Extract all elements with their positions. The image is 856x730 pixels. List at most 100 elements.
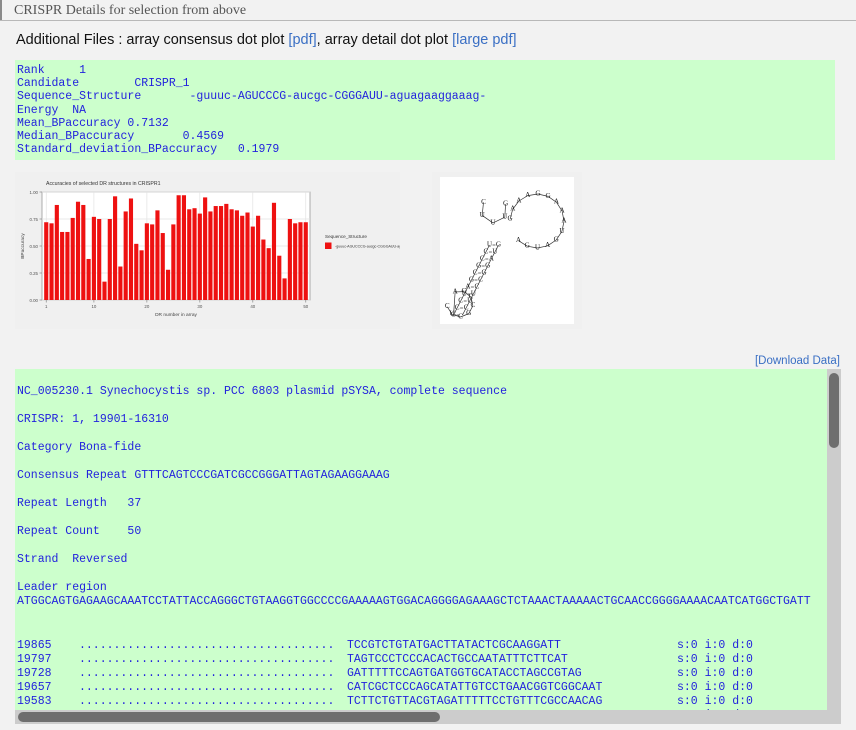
svg-text:0.75: 0.75 [29,217,38,222]
svg-text:10: 10 [91,304,96,309]
detail-line-energy: Energy NA [17,103,87,117]
svg-text:G: G [461,287,466,295]
svg-text:C: C [458,312,463,320]
spacer-sequence: CATCGCTCCCAGCATATTGTCCTGAACGGTCGGCAAT [347,681,603,694]
table-row: 19583...................................… [17,695,797,709]
table-row: 19797...................................… [17,653,797,667]
page-title: CRISPR Details for selection from above [14,3,247,18]
detail-line-rank: Rank 1 [17,64,87,77]
bar-chart-svg: Accuracies of selected DR structures in … [15,172,400,329]
svg-text:C: C [445,302,450,310]
svg-text:BPaccuracy: BPaccuracy [20,233,26,259]
svg-text:0.50: 0.50 [29,244,38,249]
svg-text:U: U [559,227,565,235]
bpaccuracy-bar-chart[interactable]: Accuracies of selected DR structures in … [15,172,400,329]
spacer-sequence: TCCGTCTGTATGACTTATACTCGCAAGGATT [347,639,561,652]
spacer-sequence: TCTTCTGTTACGTAGATTTTTCCTGTTTCGCCAACAG [347,695,603,708]
repeat-stats: s:0 i:0 d:0 [677,667,753,680]
repeat-position: 19797 [17,653,52,666]
svg-text:C: C [469,293,474,301]
svg-text:DR number in array: DR number in array [155,312,197,318]
svg-text:U: U [490,218,496,226]
additional-files-prefix: Additional Files : array consensus dot p… [16,32,289,48]
repeat-spacer-table: 19865...................................… [17,639,797,710]
category-line: Category Bona-fide [17,441,142,454]
leader-region-sequence: ATGGCAGTGAGAAGCAAATCCTATTACCAGGGCTGTAAGG… [17,595,811,608]
repeat-stats: s:0 i:0 d:0 [677,639,753,652]
svg-text:G: G [525,242,530,250]
svg-text:G: G [545,192,550,200]
rna-secondary-structure-figure[interactable]: GAAAGGAAAUGAUGAGUUUCUCCGCGAUCCGGUAGGCCUU… [432,172,582,329]
table-row: 19657...................................… [17,681,797,695]
repeat-match: ..................................... [79,667,335,680]
repeat-match: ..................................... [79,681,335,694]
header-accent-bar [0,0,2,20]
additional-files-middle: , array detail dot plot [316,32,453,48]
repeat-position: 19865 [17,639,52,652]
rna-structure-svg: GAAAGGAAAUGAUGAGUUUCUCCGCGAUCCGGUAGGCCUU… [432,172,582,329]
svg-text:-guuuc-AGUCCCG-aucgc-CGGGAUU-a: -guuuc-AGUCCCG-aucgc-CGGGAUU-aguagaaggaa… [335,245,400,249]
svg-text:A: A [560,206,566,214]
vertical-scrollbar-thumb[interactable] [829,373,839,448]
svg-text:G: G [507,215,512,223]
svg-text:G: G [503,199,508,207]
svg-text:A: A [510,205,516,213]
repeat-stats: s:0 i:0 d:0 [677,653,753,666]
consensus-dot-plot-pdf-link[interactable]: [pdf] [288,32,316,48]
svg-text:G: G [466,309,471,317]
svg-text:A: A [554,198,560,206]
svg-text:A: A [516,196,522,204]
repeat-stats: s:0 i:0 d:0 [677,681,753,694]
consensus-repeat-line: Consensus Repeat GTTTCAGTCCCGATCGCCGGGAT… [17,469,390,482]
svg-text:G: G [554,235,559,243]
svg-text:A: A [561,217,567,225]
detail-dot-plot-large-pdf-link[interactable]: [large pdf] [452,32,517,48]
svg-text:C: C [481,198,486,206]
repeat-match: ..................................... [79,639,335,652]
horizontal-scrollbar[interactable] [15,710,841,724]
repeat-match: ..................................... [79,695,335,708]
svg-text:A: A [545,241,551,249]
svg-text:Sequence_Structure: Sequence_Structure [325,234,367,239]
table-row: 19728...................................… [17,667,797,681]
svg-text:0.00: 0.00 [29,298,38,303]
horizontal-scrollbar-thumb[interactable] [18,712,440,722]
svg-text:30: 30 [197,304,202,309]
sequence-detail-panel: NC_005230.1 Synechocystis sp. PCC 6803 p… [15,369,841,710]
svg-text:U: U [480,211,486,219]
svg-text:A: A [516,236,522,244]
svg-text:0.25: 0.25 [29,271,38,276]
detail-line-candidate: Candidate CRISPR_1 [17,77,190,91]
download-data-link[interactable]: [Download Data] [755,355,840,367]
vertical-scrollbar[interactable] [827,369,841,710]
svg-text:1.00: 1.00 [29,190,38,195]
repeat-stats: s:0 i:0 d:0 [677,695,753,708]
repeat-position: 19583 [17,695,52,708]
crispr-details-page: CRISPR Details for selection from above … [0,0,856,730]
svg-text:A: A [525,191,531,199]
spacer-sequence: GATTTTTCCAGTGATGGTGCATACCTAGCCGTAG [347,667,582,680]
svg-text:U: U [449,310,455,318]
repeat-count-line: Repeat Count 50 [17,525,142,538]
sequence-scroll-content: NC_005230.1 Synechocystis sp. PCC 6803 p… [15,369,827,710]
sequence-header: NC_005230.1 Synechocystis sp. PCC 6803 p… [17,385,507,398]
detail-line-sequence-structure: Sequence_Structure -guuuc-AGUCCCG-aucgc-… [17,90,487,104]
svg-text:U: U [502,213,508,221]
svg-text:40: 40 [250,304,255,309]
svg-text:A: A [453,287,459,295]
table-row: 19865...................................… [17,639,797,653]
crispr-coordinates: CRISPR: 1, 19901-16310 [17,413,169,426]
detail-line-median-bpaccuracy: Median_BPaccuracy 0.4569 [17,130,225,144]
detail-line-mean-bpaccuracy: Mean_BPaccuracy 0.7132 [17,116,169,130]
strand-line: Strand Reversed [17,553,128,566]
svg-text:Accuracies of selected DR stru: Accuracies of selected DR structures in … [46,181,161,187]
spacer-sequence: TAGTCCCTCCCACACTGCCAATATTTCTTCAT [347,653,568,666]
